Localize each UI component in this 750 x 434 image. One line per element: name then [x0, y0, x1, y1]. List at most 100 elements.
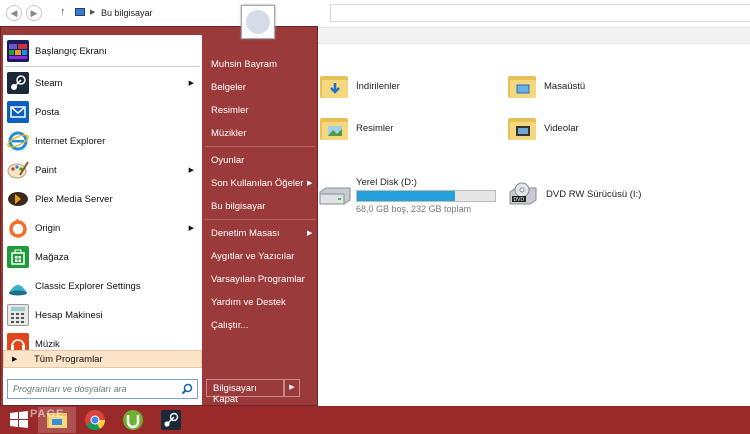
program-steam[interactable]: Steam ▶ [3, 69, 202, 97]
store-icon [7, 246, 29, 268]
place-user-folder[interactable]: Muhsin Bayram [211, 59, 277, 70]
submenu-arrow-icon: ▶ [188, 80, 194, 87]
dvd-drive-icon: DVD [509, 182, 537, 205]
place-pictures[interactable]: Resimler [211, 105, 248, 116]
start-menu-programs-pane: Başlangıç Ekranı Steam ▶ Posta Internet … [3, 35, 202, 405]
program-label: Plex Media Server [35, 193, 113, 205]
program-internet-explorer[interactable]: Internet Explorer [3, 127, 202, 155]
search-icon[interactable] [181, 383, 193, 395]
taskbar-utorrent[interactable] [114, 407, 152, 433]
folder-videos[interactable]: Videolar [508, 116, 579, 140]
up-arrow-icon[interactable]: ↑ [60, 6, 66, 18]
folder-label: İndirilenler [356, 80, 400, 92]
shutdown-button[interactable]: Bilgisayarı Kapat [206, 379, 284, 405]
program-label: Hesap Makinesi [35, 309, 103, 321]
place-control-panel[interactable]: Denetim Masası ▶ [211, 228, 312, 239]
place-documents[interactable]: Belgeler [211, 82, 246, 93]
program-label: Mağaza [35, 251, 69, 263]
internet-explorer-icon [7, 130, 29, 152]
drive-dvd-i[interactable]: DVD DVD RW Sürücüsü (I:) [508, 182, 641, 206]
back-button[interactable]: ◀ [6, 5, 22, 21]
taskbar [0, 406, 750, 434]
start-menu: Başlangıç Ekranı Steam ▶ Posta Internet … [0, 26, 318, 406]
program-label: Posta [35, 106, 60, 118]
folder-label: Videolar [544, 122, 579, 134]
place-label: Denetim Masası [211, 228, 280, 239]
search-input[interactable] [13, 382, 173, 396]
drive-usage-fill [357, 191, 455, 201]
chevron-right-icon[interactable]: ▶ [90, 8, 95, 16]
drive-free-space: 68,0 GB boş, 232 GB toplam [356, 204, 472, 214]
place-devices-printers[interactable]: Aygıtlar ve Yazıcılar [211, 251, 294, 262]
desktop-folder-icon [508, 74, 536, 98]
place-games[interactable]: Oyunlar [211, 155, 244, 166]
steam-icon [161, 410, 181, 430]
place-recent-items[interactable]: Son Kullanılan Öğeler ▶ [211, 178, 312, 189]
program-plex[interactable]: Plex Media Server [3, 185, 202, 213]
program-label: Steam [35, 77, 63, 89]
chrome-icon [85, 410, 106, 431]
start-menu-places-pane: Muhsin Bayram Belgeler Resimler Müzikler… [202, 27, 318, 405]
watermark: PAGE [30, 408, 65, 420]
explorer-header-strip [318, 28, 750, 44]
user-picture[interactable] [241, 5, 275, 39]
expand-arrow-icon: ▶ [12, 356, 18, 363]
program-origin[interactable]: Origin ▶ [3, 214, 202, 242]
pictures-folder-icon [320, 116, 348, 140]
drive-local-d[interactable]: Yerel Disk (D:) 68,0 GB boş, 232 GB topl… [356, 177, 496, 214]
place-label: Müzikler [211, 128, 247, 139]
svg-text:DVD: DVD [514, 197, 525, 203]
all-programs-label: Tüm Programlar [34, 354, 103, 365]
address-path[interactable]: Bu bilgisayar [101, 8, 153, 18]
place-label: Yardım ve Destek [211, 297, 286, 308]
computer-icon [75, 8, 85, 16]
place-this-pc[interactable]: Bu bilgisayar [211, 201, 265, 212]
classic-explorer-icon [7, 275, 29, 297]
downloads-folder-icon [320, 74, 348, 98]
submenu-arrow-icon: ▶ [188, 167, 194, 174]
program-label: Paint [35, 164, 57, 176]
place-run[interactable]: Çalıştır... [211, 320, 248, 331]
paint-icon [7, 159, 29, 181]
place-help-support[interactable]: Yardım ve Destek [211, 297, 286, 308]
origin-icon [7, 217, 29, 239]
taskbar-steam[interactable] [152, 407, 190, 433]
place-label: Muhsin Bayram [211, 59, 277, 70]
place-label: Son Kullanılan Öğeler [211, 178, 304, 189]
program-store[interactable]: Mağaza [3, 243, 202, 271]
mail-icon [7, 101, 29, 123]
program-paint[interactable]: Paint ▶ [3, 156, 202, 184]
submenu-arrow-icon: ▶ [307, 180, 313, 187]
place-label: Resimler [211, 105, 249, 116]
drive-label: DVD RW Sürücüsü (I:) [546, 188, 642, 200]
folder-downloads[interactable]: İndirilenler [320, 74, 400, 98]
program-label: Classic Explorer Settings [35, 280, 141, 292]
address-field[interactable] [330, 4, 750, 22]
start-screen-icon [7, 40, 29, 62]
shutdown-options-button[interactable]: ▶ [284, 379, 300, 397]
program-label: Müzik [35, 338, 60, 350]
program-start-screen[interactable]: Başlangıç Ekranı [3, 37, 202, 65]
program-search-box[interactable] [7, 379, 198, 399]
submenu-arrow-icon: ▶ [307, 230, 313, 237]
place-music[interactable]: Müzikler [211, 128, 246, 139]
divider [205, 219, 315, 220]
place-default-programs[interactable]: Varsayılan Programlar [211, 274, 305, 285]
program-calculator[interactable]: Hesap Makinesi [3, 301, 202, 329]
program-classic-explorer-settings[interactable]: Classic Explorer Settings [3, 272, 202, 300]
hard-disk-icon [319, 187, 351, 205]
videos-folder-icon [508, 116, 536, 140]
place-label: Bu bilgisayar [211, 201, 266, 212]
folder-desktop[interactable]: Masaüstü [508, 74, 585, 98]
folder-pictures[interactable]: Resimler [320, 116, 393, 140]
taskbar-chrome[interactable] [76, 407, 114, 433]
program-label: Internet Explorer [35, 135, 106, 147]
program-mail[interactable]: Posta [3, 98, 202, 126]
place-label: Oyunlar [211, 155, 245, 166]
divider [205, 146, 315, 147]
all-programs-button[interactable]: ▶ Tüm Programlar [3, 350, 202, 368]
forward-button[interactable]: ▶ [26, 5, 42, 21]
place-label: Çalıştır... [211, 320, 249, 331]
submenu-arrow-icon: ▶ [188, 225, 194, 232]
place-label: Belgeler [211, 82, 246, 93]
